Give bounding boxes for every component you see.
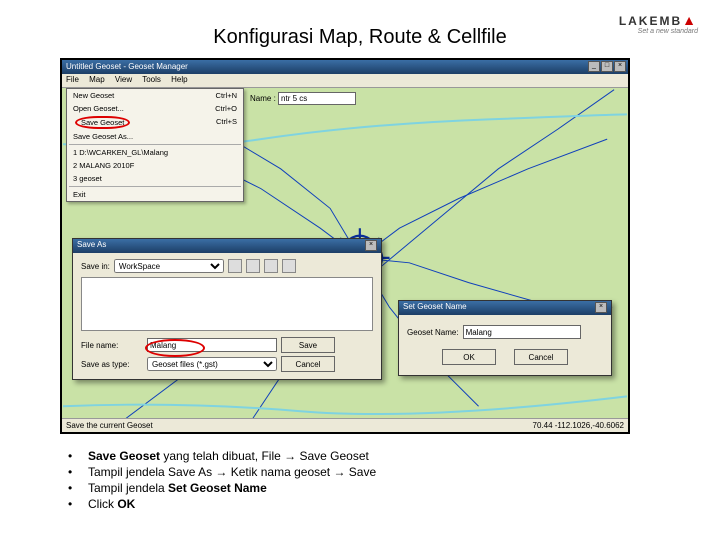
new-folder-icon[interactable] — [246, 259, 260, 273]
menu-map[interactable]: Map — [89, 75, 105, 84]
cancel-button[interactable]: Cancel — [514, 349, 568, 365]
status-bar: Save the current Geoset 70.44 -112.1026,… — [62, 418, 628, 432]
app-screenshot: Untitled Geoset - Geoset Manager _ □ × F… — [60, 58, 630, 434]
savein-select[interactable]: WorkSpace — [114, 259, 224, 273]
slide-notes: Save Geoset yang telah dibuat, File → Sa… — [60, 448, 376, 512]
list-item: Click OK — [60, 496, 376, 512]
list-view-icon[interactable] — [264, 259, 278, 273]
minimize-icon[interactable]: _ — [588, 61, 600, 72]
menu-item-new[interactable]: New GeosetCtrl+N — [67, 89, 243, 102]
set-geoset-name-dialog[interactable]: Set Geoset Name × Geoset Name: OK Cancel — [398, 300, 612, 376]
dialog-titlebar[interactable]: Save As × — [73, 239, 381, 253]
up-folder-icon[interactable] — [228, 259, 242, 273]
geoset-name-field: Name : — [250, 92, 356, 105]
save-as-dialog[interactable]: Save As × Save in: WorkSpace File name: … — [72, 238, 382, 380]
geoset-name-input[interactable] — [463, 325, 581, 339]
geoset-name-input[interactable] — [278, 92, 356, 105]
file-list[interactable] — [81, 277, 373, 331]
list-item: Tampil jendela Set Geoset Name — [60, 480, 376, 496]
close-icon[interactable]: × — [595, 302, 607, 313]
filename-label: File name: — [81, 341, 143, 350]
window-titlebar[interactable]: Untitled Geoset - Geoset Manager _ □ × — [62, 60, 628, 74]
file-menu-dropdown[interactable]: New GeosetCtrl+N Open Geoset...Ctrl+O Sa… — [66, 88, 244, 202]
menu-tools[interactable]: Tools — [142, 75, 161, 84]
details-view-icon[interactable] — [282, 259, 296, 273]
list-item: Tampil jendela Save As → Ketik nama geos… — [60, 464, 376, 480]
menu-recent-1[interactable]: 1 D:\WCARKEN_GL\Malang — [67, 146, 243, 159]
menu-view[interactable]: View — [115, 75, 132, 84]
menu-item-open[interactable]: Open Geoset...Ctrl+O — [67, 102, 243, 115]
savein-label: Save in: — [81, 262, 110, 271]
menu-recent-3[interactable]: 3 geoset — [67, 172, 243, 185]
slide-title: Konfigurasi Map, Route & Cellfile — [0, 26, 720, 49]
dialog-titlebar[interactable]: Set Geoset Name × — [399, 301, 611, 315]
menu-recent-2[interactable]: 2 MALANG 2010F — [67, 159, 243, 172]
save-button[interactable]: Save — [281, 337, 335, 353]
cancel-button[interactable]: Cancel — [281, 356, 335, 372]
menubar[interactable]: File Map View Tools Help — [62, 74, 628, 88]
geoset-name-label: Geoset Name: — [407, 328, 459, 337]
ok-button[interactable]: OK — [442, 349, 496, 365]
list-item: Save Geoset yang telah dibuat, File → Sa… — [60, 448, 376, 464]
menu-item-exit[interactable]: Exit — [67, 188, 243, 201]
savetype-label: Save as type: — [81, 360, 143, 369]
menu-help[interactable]: Help — [171, 75, 187, 84]
close-icon[interactable]: × — [365, 240, 377, 251]
close-icon[interactable]: × — [614, 61, 626, 72]
menu-item-save[interactable]: Save GeosetCtrl+S — [67, 115, 243, 130]
filename-input[interactable] — [147, 338, 277, 352]
menu-file[interactable]: File — [66, 75, 79, 84]
savetype-select[interactable]: Geoset files (*.gst) — [147, 357, 277, 371]
maximize-icon[interactable]: □ — [601, 61, 613, 72]
menu-item-saveas[interactable]: Save Geoset As... — [67, 130, 243, 143]
